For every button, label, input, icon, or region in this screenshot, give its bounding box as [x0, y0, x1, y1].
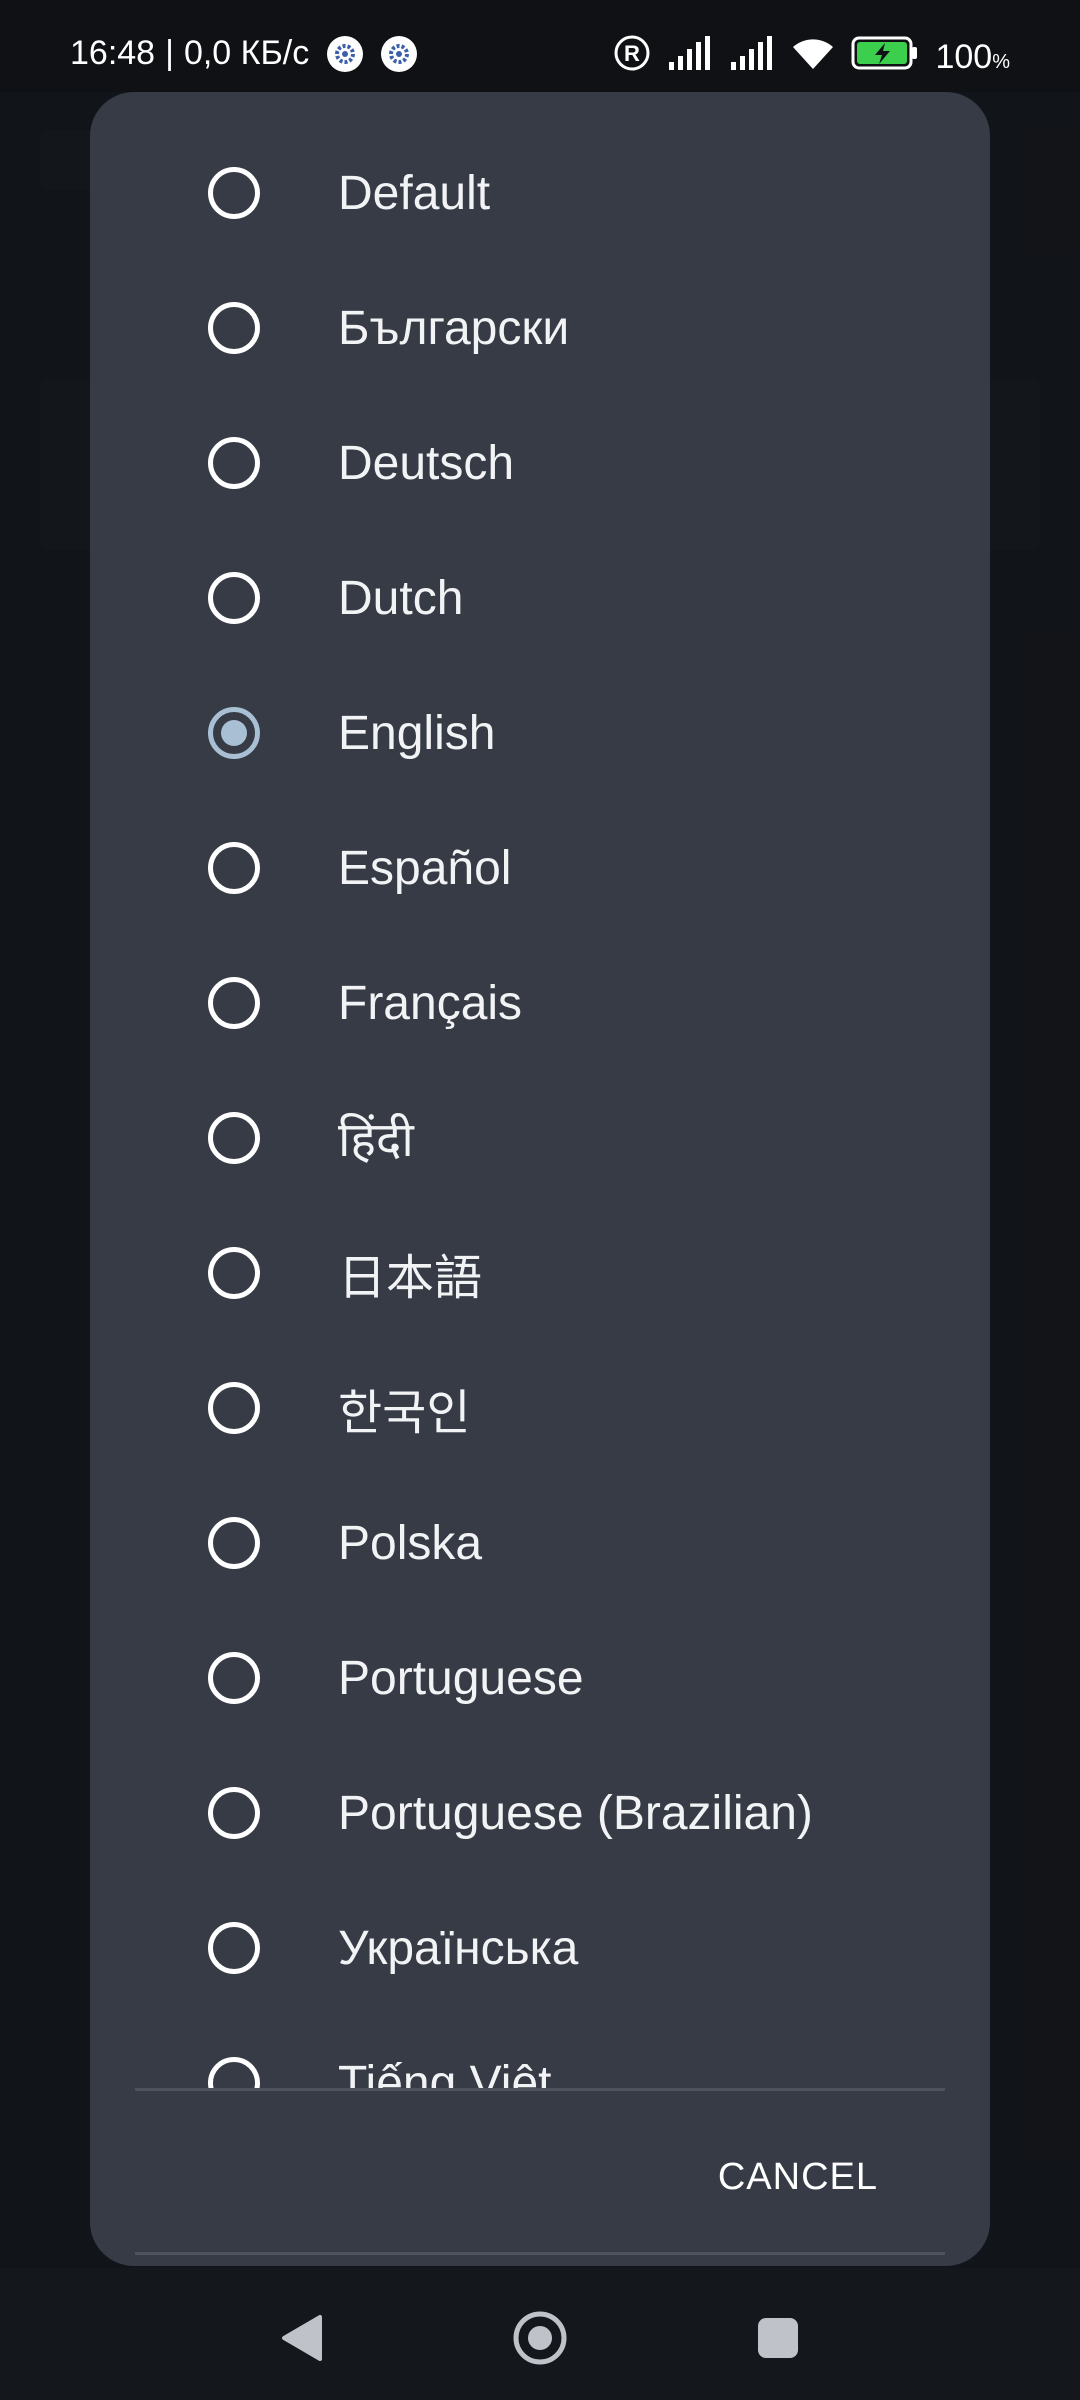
- language-option[interactable]: Français: [90, 936, 990, 1071]
- language-option-label: 日本語: [338, 1252, 483, 1305]
- language-option-label: Portuguese: [338, 1651, 584, 1705]
- language-list[interactable]: Default Български Deutsch Dutch English Españ…: [90, 92, 990, 2088]
- language-option-label: Tiếng Việt: [338, 2056, 552, 2089]
- radio-button[interactable]: [208, 1922, 260, 1974]
- settings-notification-icon: [381, 35, 418, 72]
- language-option[interactable]: Español: [90, 801, 990, 936]
- battery-charging-icon: [851, 35, 919, 80]
- battery-percent-sign: %: [992, 51, 1010, 73]
- language-option-label: 한국인: [338, 1387, 471, 1440]
- battery-percent: 100%: [935, 38, 1010, 76]
- language-option[interactable]: 한국인: [90, 1341, 990, 1476]
- status-right: R 100%: [613, 34, 1010, 81]
- language-option[interactable]: Deutsch: [90, 396, 990, 531]
- back-icon[interactable]: [272, 2308, 332, 2368]
- language-option-label: Français: [338, 976, 523, 1030]
- recents-icon[interactable]: [748, 2308, 808, 2368]
- home-icon[interactable]: [510, 2308, 570, 2368]
- radio-button-selected[interactable]: [208, 707, 260, 759]
- radio-button[interactable]: [208, 437, 260, 489]
- language-option-label: हिंदी: [338, 1113, 414, 1167]
- language-dialog: Default Български Deutsch Dutch English Españ…: [90, 92, 990, 2266]
- language-option[interactable]: Portuguese: [90, 1611, 990, 1746]
- language-option-label: Українська: [338, 1921, 579, 1975]
- radio-button[interactable]: [208, 302, 260, 354]
- language-option-label: Portuguese (Brazilian): [338, 1786, 813, 1840]
- radio-dot: [221, 720, 247, 746]
- list-divider-bottom: [135, 2252, 945, 2255]
- radio-button[interactable]: [208, 1517, 260, 1569]
- screen: 16:48 | 0,0 КБ/с R 100% Default Българск…: [0, 0, 1080, 2400]
- list-divider-top: [135, 2088, 945, 2091]
- radio-button[interactable]: [208, 1787, 260, 1839]
- navigation-bar: [0, 2268, 1080, 2400]
- status-bar: 16:48 | 0,0 КБ/с R 100%: [0, 0, 1080, 92]
- language-option[interactable]: 日本語: [90, 1206, 990, 1341]
- radio-button[interactable]: [208, 977, 260, 1029]
- status-separator: |: [165, 34, 174, 72]
- clock: 16:48: [70, 34, 156, 72]
- network-speed: 0,0 КБ/с: [183, 34, 310, 72]
- radio-button[interactable]: [208, 572, 260, 624]
- radio-button[interactable]: [208, 1247, 260, 1299]
- language-option[interactable]: Polska: [90, 1476, 990, 1611]
- language-option-label: Polska: [338, 1516, 483, 1570]
- language-option-label: English: [338, 706, 496, 760]
- radio-button[interactable]: [208, 2057, 260, 2088]
- language-option[interactable]: English: [90, 666, 990, 801]
- language-option[interactable]: हिंदी: [90, 1071, 990, 1206]
- registered-icon: R: [613, 34, 651, 81]
- radio-button[interactable]: [208, 842, 260, 894]
- language-option[interactable]: Українська: [90, 1881, 990, 2016]
- settings-notification-icon: [327, 35, 364, 72]
- wifi-icon: [791, 35, 835, 80]
- language-option-label: Български: [338, 301, 570, 355]
- signal-icon: [667, 36, 713, 79]
- language-option[interactable]: Portuguese (Brazilian): [90, 1746, 990, 1881]
- radio-button[interactable]: [208, 167, 260, 219]
- language-option[interactable]: Български: [90, 261, 990, 396]
- language-option-label: Deutsch: [338, 436, 515, 490]
- radio-button[interactable]: [208, 1652, 260, 1704]
- language-option[interactable]: Dutch: [90, 531, 990, 666]
- radio-button[interactable]: [208, 1112, 260, 1164]
- svg-text:R: R: [625, 41, 641, 66]
- language-option[interactable]: Default: [90, 126, 990, 261]
- language-option-label: Default: [338, 166, 491, 220]
- status-left: 16:48 | 0,0 КБ/с: [70, 34, 418, 73]
- language-option-label: Español: [338, 841, 512, 895]
- language-option-label: Dutch: [338, 571, 464, 625]
- radio-button[interactable]: [208, 1382, 260, 1434]
- cancel-button[interactable]: CANCEL: [718, 2156, 878, 2199]
- signal-icon: [729, 36, 775, 79]
- language-option[interactable]: Tiếng Việt: [90, 2016, 990, 2089]
